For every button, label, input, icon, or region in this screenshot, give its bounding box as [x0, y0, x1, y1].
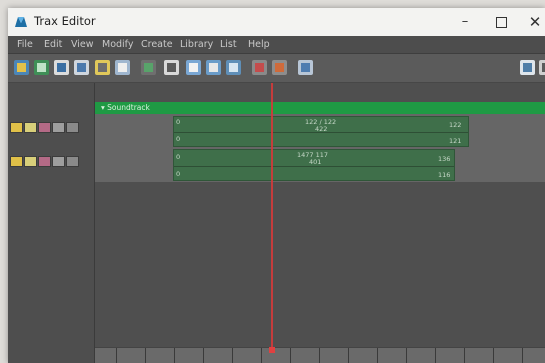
- menu-edit[interactable]: Edit: [44, 39, 62, 50]
- close-button[interactable]: ✕: [520, 11, 545, 33]
- clip-1-start: 0: [176, 118, 181, 126]
- current-time-indicator[interactable]: [271, 83, 273, 363]
- clip-2-start: 0: [176, 153, 181, 161]
- insert-icon[interactable]: [186, 60, 201, 75]
- frame-all-icon[interactable]: [520, 60, 535, 75]
- select-icon[interactable]: [164, 60, 179, 75]
- menu-help[interactable]: Help: [248, 39, 270, 50]
- clip-2-sub: 401: [309, 158, 322, 166]
- menu-file[interactable]: File: [17, 39, 33, 50]
- dopesheet-icon[interactable]: [74, 60, 89, 75]
- expand-icon[interactable]: [66, 156, 79, 167]
- clip-1-end: 122: [449, 121, 462, 129]
- window-title: Trax Editor: [34, 14, 96, 28]
- grid-icon[interactable]: [115, 60, 130, 75]
- expand-icon[interactable]: [66, 122, 79, 133]
- trax-editor-window: Trax Editor – ✕ File Edit View Modify Cr…: [8, 8, 545, 363]
- mute-icon[interactable]: [38, 122, 51, 133]
- solo-icon[interactable]: [24, 156, 37, 167]
- keys-icon[interactable]: [95, 60, 110, 75]
- shake-icon[interactable]: [272, 60, 287, 75]
- clip-2-end: 136: [438, 155, 451, 163]
- time-ruler[interactable]: [95, 347, 545, 363]
- curve-icon[interactable]: [141, 60, 156, 75]
- graph-icon[interactable]: [54, 60, 69, 75]
- create-clip-icon[interactable]: [14, 60, 29, 75]
- record-icon[interactable]: [52, 156, 65, 167]
- mute-icon[interactable]: [38, 156, 51, 167]
- soundtrack-label: Soundtrack: [107, 103, 150, 112]
- blend-icon[interactable]: [206, 60, 221, 75]
- layer-icon[interactable]: [226, 60, 241, 75]
- clip-2b-start: 0: [176, 170, 181, 178]
- toolbar: [8, 54, 545, 83]
- minimize-button[interactable]: –: [450, 11, 480, 33]
- solo-icon[interactable]: [24, 122, 37, 133]
- maximize-icon: [495, 17, 507, 28]
- playhead-marker[interactable]: [269, 347, 275, 353]
- clip-track-1[interactable]: 0 122 / 122 422 122 0 121: [173, 116, 469, 147]
- lock-icon[interactable]: [10, 122, 23, 133]
- menu-library[interactable]: Library: [180, 39, 213, 50]
- title-bar: Trax Editor – ✕: [8, 8, 545, 36]
- maximize-button[interactable]: [486, 11, 516, 33]
- menu-modify[interactable]: Modify: [102, 39, 133, 50]
- menu-create[interactable]: Create: [141, 39, 173, 50]
- menu-list[interactable]: List: [220, 39, 237, 50]
- audio-icon[interactable]: [298, 60, 313, 75]
- menu-view[interactable]: View: [71, 39, 94, 50]
- clip-track-2[interactable]: 0 1477 117 401 136 0 116: [173, 149, 455, 181]
- clip-1b-start: 0: [176, 135, 181, 143]
- menu-bar: File Edit View Modify Create Library Lis…: [8, 36, 545, 54]
- maya-app-icon: [15, 17, 27, 27]
- clip-2b-end: 116: [438, 171, 451, 179]
- clip-1-sub: 422: [315, 125, 328, 133]
- soundtrack-bar[interactable]: ▾ Soundtrack: [95, 102, 545, 114]
- options-icon[interactable]: [539, 60, 545, 75]
- lock-icon[interactable]: [10, 156, 23, 167]
- clip-1b-end: 121: [449, 137, 462, 145]
- move-icon[interactable]: [252, 60, 267, 75]
- record-icon[interactable]: [52, 122, 65, 133]
- split-clip-icon[interactable]: [34, 60, 49, 75]
